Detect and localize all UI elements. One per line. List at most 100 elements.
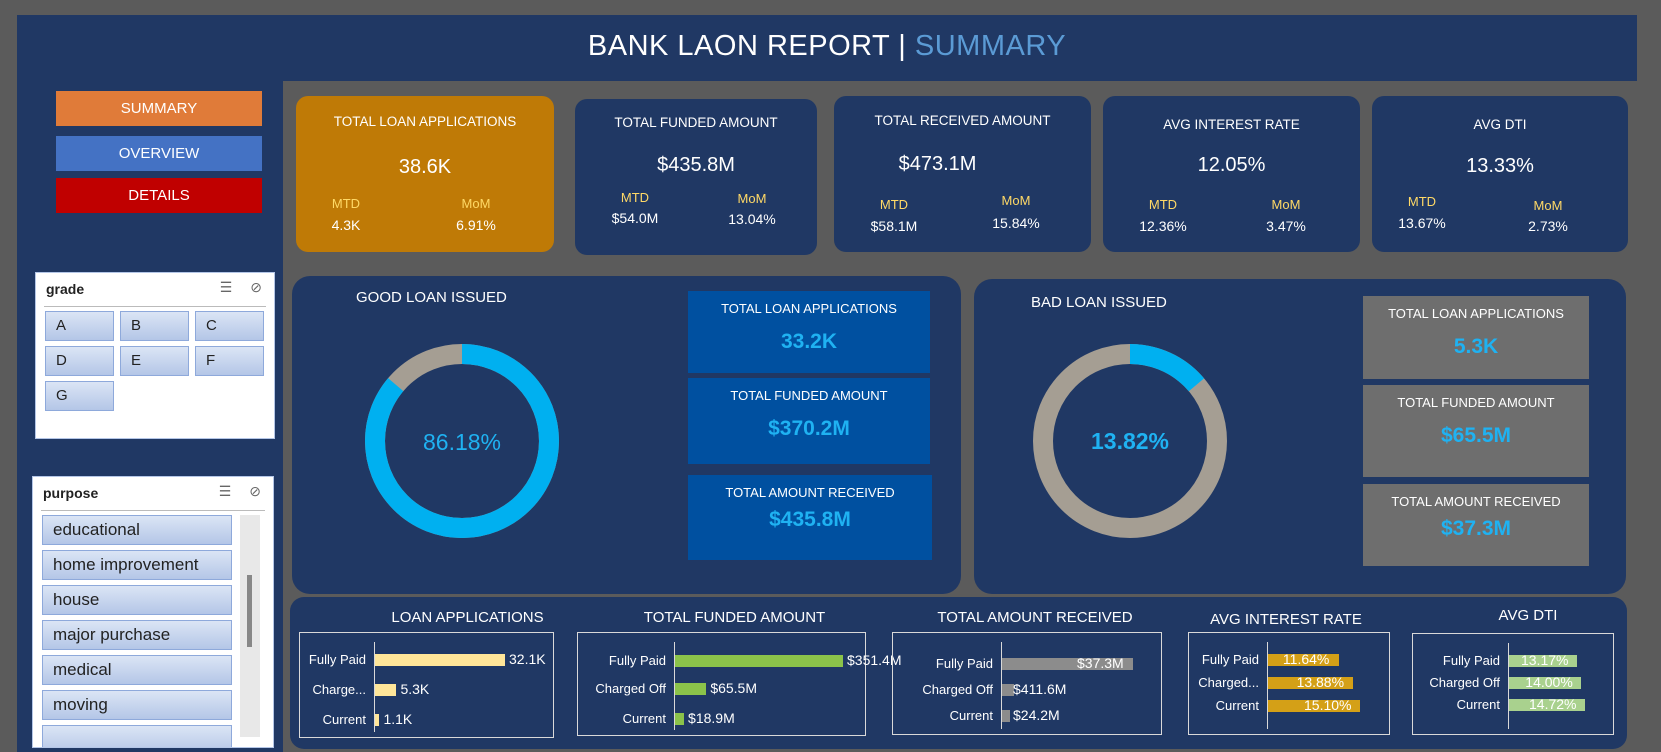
bar: [675, 683, 707, 695]
data-label: 14.72%: [1529, 696, 1577, 712]
mtd-label: MTD: [1148, 197, 1178, 212]
bad-loan-title: BAD LOAN ISSUED: [1031, 294, 1167, 311]
overview-button[interactable]: OVERVIEW: [56, 136, 262, 171]
mom-label: MoM: [1271, 197, 1301, 212]
mom-value: 6.91%: [456, 217, 496, 233]
purpose-slicer: purpose ☰ ⊘ educational home improvement …: [32, 476, 274, 748]
scrollbar-thumb[interactable]: [247, 575, 252, 647]
stat-label: TOTAL LOAN APPLICATIONS: [721, 301, 897, 316]
category-label: Current: [949, 708, 993, 723]
data-label: 1.1K: [383, 711, 413, 727]
mom-label: MoM: [737, 191, 767, 206]
kpi-value: $435.8M: [657, 154, 735, 176]
purpose-item-partial[interactable]: [42, 725, 232, 747]
good-stat-applications: TOTAL LOAN APPLICATIONS 33.2K: [688, 291, 930, 373]
purpose-slicer-title: purpose: [43, 485, 99, 501]
bad-stat-funded: TOTAL FUNDED AMOUNT $65.5M: [1363, 385, 1589, 477]
bar: [375, 714, 380, 726]
mtd-label: MTD: [331, 196, 361, 211]
chart-title: AVG DTI: [1498, 607, 1558, 624]
mtd-value: 13.67%: [1398, 215, 1446, 231]
grade-chip-e[interactable]: E: [120, 346, 189, 376]
chart-title: TOTAL FUNDED AMOUNT: [643, 609, 826, 626]
grade-chip-f[interactable]: F: [195, 346, 264, 376]
category-label: Charged Off: [1429, 675, 1500, 690]
bar: [375, 654, 505, 666]
data-label: 11.64%: [1282, 651, 1330, 667]
data-label: $18.9M: [688, 710, 735, 726]
purpose-item[interactable]: home improvement: [42, 550, 232, 580]
purpose-item[interactable]: moving: [42, 690, 232, 720]
kpi-value: 13.33%: [1466, 155, 1534, 177]
category-label: Fully Paid: [308, 652, 366, 667]
kpi-label: TOTAL RECEIVED AMOUNT: [874, 113, 1051, 128]
clear-filter-icon[interactable]: ⊘: [250, 279, 262, 295]
category-label: Fully Paid: [608, 653, 666, 668]
category-label: Fully Paid: [935, 656, 993, 671]
data-label: 13.88%: [1296, 674, 1345, 690]
stat-label: TOTAL FUNDED AMOUNT: [1397, 395, 1555, 410]
mom-value: 2.73%: [1528, 218, 1568, 234]
mom-value: 13.04%: [728, 211, 776, 227]
grade-chip-d[interactable]: D: [45, 346, 114, 376]
category-label: Charged Off: [595, 681, 666, 696]
stat-value: $435.8M: [769, 508, 851, 531]
data-label: 5.3K: [400, 681, 430, 697]
data-label: $24.2M: [1013, 707, 1060, 723]
multi-select-icon[interactable]: ☰: [219, 483, 232, 499]
kpi-value: 38.6K: [398, 156, 452, 178]
good-stat-received: TOTAL AMOUNT RECEIVED $435.8M: [688, 475, 932, 560]
mom-value: 15.84%: [992, 215, 1040, 231]
grade-chip-c[interactable]: C: [195, 311, 264, 341]
purpose-item[interactable]: educational: [42, 515, 232, 545]
grade-chip-b[interactable]: B: [120, 311, 189, 341]
good-loan-title: GOOD LOAN ISSUED: [356, 289, 507, 306]
kpi-label: TOTAL FUNDED AMOUNT: [614, 115, 778, 130]
data-label: 32.1K: [509, 651, 546, 667]
mom-label: MoM: [1533, 198, 1563, 213]
chart-title: TOTAL AMOUNT RECEIVED: [937, 609, 1133, 626]
category-label: Fully Paid: [1201, 652, 1259, 667]
scrollbar[interactable]: [240, 515, 260, 737]
kpi-card-dti: AVG DTI 13.33% MTD 13.67% MoM 2.73%: [1372, 96, 1628, 252]
mtd-value: 12.36%: [1139, 218, 1187, 234]
clear-filter-icon[interactable]: ⊘: [249, 483, 261, 499]
bar: [375, 684, 397, 696]
mtd-label: MTD: [879, 197, 909, 212]
kpi-value: 12.05%: [1197, 154, 1266, 176]
bar: [675, 713, 685, 725]
bad-loan-panel: BAD LOAN ISSUED 13.82% TOTAL LOAN APPLIC…: [974, 279, 1626, 594]
category-label: Current: [622, 711, 666, 726]
stat-value: 5.3K: [1453, 335, 1499, 358]
mom-value: 3.47%: [1266, 218, 1306, 234]
kpi-card-received: TOTAL RECEIVED AMOUNT $473.1M MTD $58.1M…: [834, 96, 1091, 252]
stat-value: $370.2M: [768, 417, 850, 440]
good-stat-funded: TOTAL FUNDED AMOUNT $370.2M: [688, 378, 930, 464]
multi-select-icon[interactable]: ☰: [220, 279, 233, 295]
purpose-item[interactable]: major purchase: [42, 620, 232, 650]
purpose-item[interactable]: medical: [42, 655, 232, 685]
bad-loan-percent: 13.82%: [1090, 428, 1169, 454]
mtd-value: 4.3K: [331, 217, 361, 233]
mtd-value: $58.1M: [870, 218, 918, 234]
data-label: 14.00%: [1525, 674, 1573, 690]
purpose-item[interactable]: house: [42, 585, 232, 615]
category-label: Charge...: [312, 682, 366, 697]
stat-label: TOTAL AMOUNT RECEIVED: [1391, 494, 1561, 509]
category-label: Charged Off: [922, 682, 993, 697]
category-label: Fully Paid: [1442, 653, 1500, 668]
kpi-label: TOTAL LOAN APPLICATIONS: [333, 114, 517, 129]
stat-label: TOTAL LOAN APPLICATIONS: [1388, 306, 1564, 321]
stat-value: 33.2K: [780, 330, 838, 353]
details-button[interactable]: DETAILS: [56, 178, 262, 213]
bar: [675, 655, 843, 667]
grade-chip-g[interactable]: G: [45, 381, 114, 411]
stat-value: $65.5M: [1440, 424, 1512, 447]
kpi-card-funded: TOTAL FUNDED AMOUNT $435.8M MTD $54.0M M…: [575, 99, 817, 255]
category-label: Current: [1215, 698, 1259, 713]
grade-chip-a[interactable]: A: [45, 311, 114, 341]
mom-label: MoM: [1001, 193, 1031, 208]
stat-label: TOTAL FUNDED AMOUNT: [730, 388, 888, 403]
summary-button[interactable]: SUMMARY: [56, 91, 262, 126]
data-label: 13.17%: [1520, 652, 1569, 668]
